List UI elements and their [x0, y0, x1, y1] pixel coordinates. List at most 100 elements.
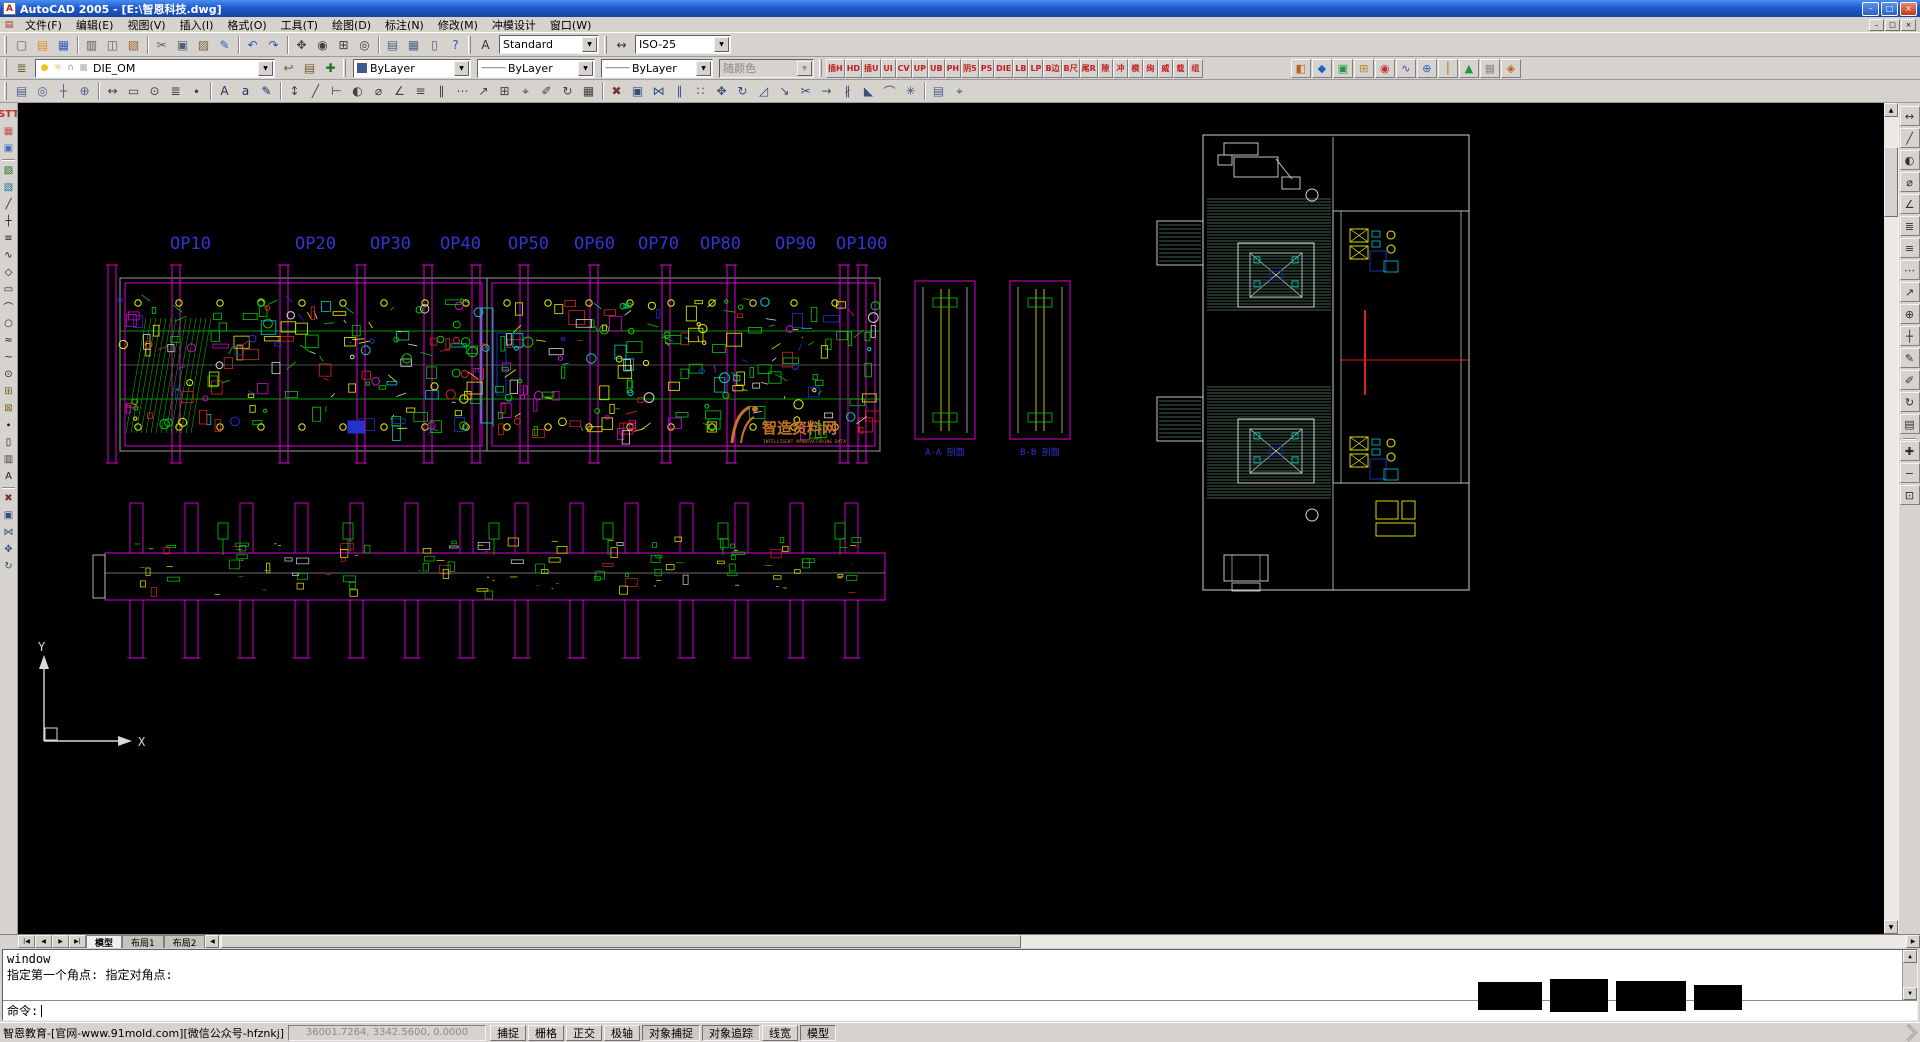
stt-icon[interactable]: STT: [0, 106, 17, 123]
die-plate-icon[interactable]: ▣: [1333, 59, 1353, 78]
mtext-icon[interactable]: A: [0, 468, 17, 485]
plot-preview-icon[interactable]: ◫: [102, 35, 123, 55]
insert-block-icon[interactable]: ⊞: [0, 383, 17, 400]
punch-tool-icon[interactable]: ◆: [1312, 59, 1332, 78]
arc-icon[interactable]: ⌒: [0, 298, 17, 315]
guide-post-icon[interactable]: ◉: [1375, 59, 1395, 78]
lineweight-combo[interactable]: ——— ByLayer ▼: [601, 59, 713, 78]
layout-tab-2[interactable]: 布局2: [164, 935, 206, 948]
doc-restore-button[interactable]: □: [1885, 19, 1900, 31]
toolbar-grip[interactable]: [468, 36, 471, 54]
zoom-previous-icon[interactable]: ◎: [354, 35, 375, 55]
array-icon[interactable]: ∷: [690, 81, 711, 101]
construction-line-icon[interactable]: ┼: [0, 213, 17, 230]
hatch-icon[interactable]: ▨: [0, 162, 17, 179]
chevron-down-icon[interactable]: ▼: [714, 37, 729, 52]
dim-angular-icon[interactable]: ∠: [389, 81, 410, 101]
layer-combo[interactable]: ●☼∩■ DIE_OM ▼: [35, 59, 275, 78]
dim-style-icon[interactable]: ↔: [611, 35, 632, 55]
tolerance-icon[interactable]: ⊞: [494, 81, 515, 101]
screw-tool-icon[interactable]: ⊕: [1417, 59, 1437, 78]
command-scrollbar[interactable]: ▲ ▼: [1902, 950, 1917, 1000]
die-button-1[interactable]: HD: [845, 59, 862, 78]
die-button-2[interactable]: 插U: [862, 59, 881, 78]
properties-palette-icon[interactable]: ▤: [382, 35, 403, 55]
dim-radius-icon[interactable]: ◐: [347, 81, 368, 101]
offset-icon[interactable]: ∥: [669, 81, 690, 101]
color-combo[interactable]: ByLayer ▼: [353, 59, 471, 78]
die-button-6[interactable]: UB: [928, 59, 945, 78]
die-button-8[interactable]: 阴5: [961, 59, 979, 78]
zoom-realtime-icon[interactable]: ◉: [312, 35, 333, 55]
die-button-20[interactable]: 威: [1158, 59, 1173, 78]
center-mark-icon[interactable]: ┼: [1900, 326, 1920, 346]
fillet-icon[interactable]: ⌒: [879, 81, 900, 101]
die-button-12[interactable]: LP: [1028, 59, 1043, 78]
scroll-down-icon[interactable]: ▼: [1884, 920, 1898, 934]
make-object-layer-icon[interactable]: ✚: [320, 58, 341, 78]
resize-grip[interactable]: [1899, 1023, 1917, 1041]
text-style-icon[interactable]: A: [475, 35, 496, 55]
horizontal-scrollbar[interactable]: ◀ ▶: [205, 935, 1920, 948]
move-icon[interactable]: ✥: [0, 541, 17, 558]
scroll-thumb[interactable]: [1884, 147, 1898, 217]
qnew-icon[interactable]: ▢: [11, 35, 32, 55]
baseline-dim-icon[interactable]: ≡: [1900, 238, 1920, 258]
trim-icon[interactable]: ✂: [795, 81, 816, 101]
maximize-button[interactable]: □: [1881, 2, 1898, 16]
circle-icon[interactable]: ○: [0, 315, 17, 332]
rectangle-icon[interactable]: ▭: [0, 281, 17, 298]
zoom-in-icon[interactable]: ✚: [1900, 441, 1920, 461]
scroll-thumb[interactable]: [221, 935, 1021, 948]
erase-icon[interactable]: ✖: [0, 490, 17, 507]
die-button-19[interactable]: 绚: [1143, 59, 1158, 78]
match-properties-icon[interactable]: ✎: [214, 35, 235, 55]
revision-cloud-icon[interactable]: ≈: [0, 332, 17, 349]
orbit-icon[interactable]: ◎: [32, 81, 53, 101]
close-button[interactable]: ×: [1900, 2, 1917, 16]
rotate-icon[interactable]: ↻: [0, 558, 17, 575]
toolbar-grip[interactable]: [604, 36, 607, 54]
zoom-out-icon[interactable]: −: [1900, 463, 1920, 483]
layer-previous-icon[interactable]: ↩: [278, 58, 299, 78]
die-button-11[interactable]: LB: [1013, 59, 1028, 78]
color-palette-icon[interactable]: ▣: [0, 140, 17, 157]
status-toggle-0[interactable]: 捕捉: [490, 1025, 526, 1041]
chevron-down-icon[interactable]: ▼: [258, 61, 273, 76]
single-line-text-icon[interactable]: a: [235, 81, 256, 101]
dim-linear-icon[interactable]: ↔: [1900, 106, 1920, 126]
vertical-scrollbar[interactable]: ▲ ▼: [1884, 103, 1898, 934]
chevron-down-icon[interactable]: ▼: [696, 61, 711, 76]
doc-close-button[interactable]: ×: [1901, 19, 1916, 31]
point-icon[interactable]: ∙: [0, 417, 17, 434]
gas-spring-icon[interactable]: ▲: [1459, 59, 1479, 78]
dim-radius-icon[interactable]: ◐: [1900, 150, 1920, 170]
layout-tab-0[interactable]: 模型: [86, 935, 122, 948]
menu-item-1[interactable]: 编辑(E): [69, 17, 121, 33]
scroll-down-icon[interactable]: ▼: [1903, 987, 1917, 1000]
menu-item-10[interactable]: 窗口(W): [543, 17, 598, 33]
scroll-right-icon[interactable]: ▶: [1906, 935, 1920, 948]
continue-dim-icon[interactable]: ⋯: [1900, 260, 1920, 280]
dim-edit-icon[interactable]: ✐: [536, 81, 557, 101]
die-button-16[interactable]: 隙: [1098, 59, 1113, 78]
plate-tool-icon[interactable]: ▦: [1480, 59, 1500, 78]
scroll-up-icon[interactable]: ▲: [1884, 103, 1898, 117]
quick-dim-icon[interactable]: ≣: [1900, 216, 1920, 236]
die-manager-icon[interactable]: ▦: [0, 123, 17, 140]
toolbar-grip[interactable]: [343, 59, 346, 77]
dim-angular-icon[interactable]: ∠: [1900, 194, 1920, 214]
dim-ordinate-icon[interactable]: ⊢: [326, 81, 347, 101]
polygon-icon[interactable]: ◇: [0, 264, 17, 281]
stretch-icon[interactable]: ↘: [774, 81, 795, 101]
copy-icon[interactable]: ▣: [0, 507, 17, 524]
doc-minimize-button[interactable]: –: [1869, 19, 1884, 31]
center-mark-icon[interactable]: ⌖: [515, 81, 536, 101]
edit-text-icon[interactable]: ✎: [256, 81, 277, 101]
properties-icon[interactable]: ▤: [928, 81, 949, 101]
toolbar-grip[interactable]: [4, 36, 7, 54]
dim-text-edit-icon[interactable]: ✐: [1900, 370, 1920, 390]
named-views-icon[interactable]: ▤: [11, 81, 32, 101]
help-icon[interactable]: ?: [445, 35, 466, 55]
die-button-9[interactable]: P5: [979, 59, 994, 78]
